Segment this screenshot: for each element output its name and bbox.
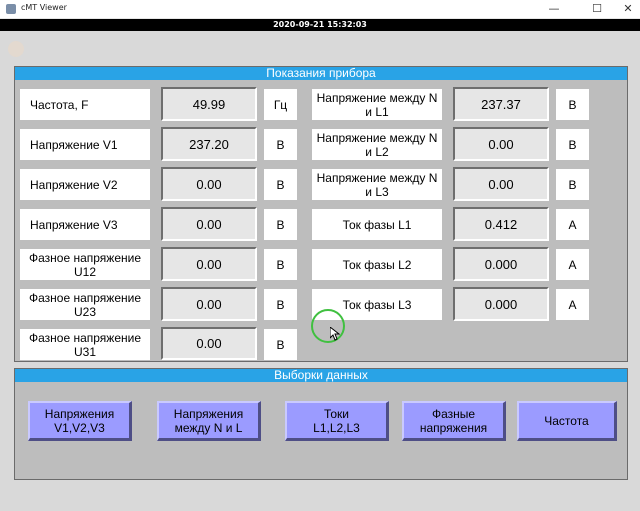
voltages-n-l-button[interactable]: Напряжения между N и L	[157, 401, 261, 441]
label-voltage-v2: Напряжение V2	[20, 169, 150, 200]
label-phase-voltage-u12: Фазное напряжение U12	[20, 249, 150, 280]
label-current-l2: Ток фазы L2	[312, 249, 442, 280]
frequency-button[interactable]: Частота	[517, 401, 617, 441]
value-current-l2: 0.000	[453, 247, 549, 281]
phase-voltages-button[interactable]: Фазные напряжения	[402, 401, 506, 441]
unit-phase-voltage-u31: В	[264, 329, 297, 360]
datetime-bar: 2020-09-21 15:32:03	[0, 19, 640, 31]
close-button[interactable]: ✕	[620, 2, 636, 16]
unit-frequency: Гц	[264, 89, 297, 120]
unit-phase-voltage-u12: В	[264, 249, 297, 280]
app-icon	[6, 4, 16, 14]
mouse-pointer-icon	[330, 327, 340, 341]
readings-panel-title: Показания прибора	[15, 67, 627, 80]
currents-button[interactable]: Токи L1,L2,L3	[285, 401, 389, 441]
unit-voltage-n-l1: В	[556, 89, 589, 120]
value-current-l1: 0.412	[453, 207, 549, 241]
label-voltage-v1: Напряжение V1	[20, 129, 150, 160]
value-frequency: 49.99	[161, 87, 257, 121]
value-voltage-v1: 237.20	[161, 127, 257, 161]
unit-voltage-v1: В	[264, 129, 297, 160]
value-voltage-v2: 0.00	[161, 167, 257, 201]
label-voltage-v3: Напряжение V3	[20, 209, 150, 240]
value-current-l3: 0.000	[453, 287, 549, 321]
value-phase-voltage-u23: 0.00	[161, 287, 257, 321]
unit-voltage-v3: В	[264, 209, 297, 240]
value-voltage-v3: 0.00	[161, 207, 257, 241]
label-voltage-n-l3: Напряжение между N и L3	[312, 169, 442, 200]
status-indicator-icon	[8, 41, 24, 57]
maximize-button[interactable]: ☐	[589, 2, 605, 16]
hmi-screen: Показания прибора Частота, F 49.99 Гц На…	[0, 31, 640, 511]
value-phase-voltage-u31: 0.00	[161, 327, 257, 360]
title-bar: cMT Viewer — ☐ ✕	[0, 0, 640, 19]
label-phase-voltage-u31: Фазное напряжение U31	[20, 329, 150, 360]
label-frequency: Частота, F	[20, 89, 150, 120]
unit-current-l3: A	[556, 289, 589, 320]
data-selection-panel: Выборки данных Напряжения V1,V2,V3 Напря…	[14, 368, 628, 480]
unit-voltage-v2: В	[264, 169, 297, 200]
unit-current-l2: A	[556, 249, 589, 280]
value-voltage-n-l3: 0.00	[453, 167, 549, 201]
value-voltage-n-l1: 237.37	[453, 87, 549, 121]
value-phase-voltage-u12: 0.00	[161, 247, 257, 281]
value-voltage-n-l2: 0.00	[453, 127, 549, 161]
label-voltage-n-l2: Напряжение между N и L2	[312, 129, 442, 160]
window-title: cMT Viewer	[21, 3, 67, 12]
unit-phase-voltage-u23: В	[264, 289, 297, 320]
unit-voltage-n-l2: В	[556, 129, 589, 160]
unit-voltage-n-l3: В	[556, 169, 589, 200]
unit-current-l1: A	[556, 209, 589, 240]
label-current-l1: Ток фазы L1	[312, 209, 442, 240]
label-phase-voltage-u23: Фазное напряжение U23	[20, 289, 150, 320]
label-voltage-n-l1: Напряжение между N и L1	[312, 89, 442, 120]
voltages-v-button[interactable]: Напряжения V1,V2,V3	[28, 401, 132, 441]
minimize-button[interactable]: —	[546, 2, 562, 16]
data-selection-panel-title: Выборки данных	[15, 369, 627, 382]
